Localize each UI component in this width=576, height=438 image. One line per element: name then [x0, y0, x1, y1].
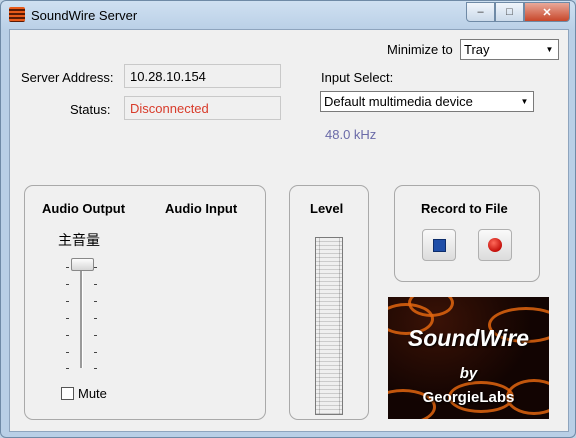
sample-rate-text: 48.0 kHz: [325, 127, 377, 142]
window-title: SoundWire Server: [31, 8, 138, 23]
stop-button[interactable]: [422, 229, 456, 261]
logo-company: GeorgieLabs: [422, 389, 515, 406]
status-field: Disconnected: [124, 96, 281, 120]
status-label: Status:: [70, 102, 111, 117]
minimize-to-value: Tray: [464, 42, 490, 57]
minimize-button[interactable]: –: [466, 2, 495, 22]
maximize-button[interactable]: □: [495, 2, 524, 22]
level-meter: [315, 237, 343, 415]
mute-checkbox[interactable]: [61, 387, 74, 400]
main-panel: Minimize to Tray ▼ Server Address: 10.28…: [9, 29, 569, 432]
mute-label[interactable]: Mute: [78, 386, 107, 401]
master-volume-label: 主音量: [58, 232, 100, 248]
audio-group: [24, 185, 266, 420]
chevron-down-icon[interactable]: ▼: [542, 41, 557, 58]
stop-icon: [432, 238, 446, 252]
close-button[interactable]: ✕: [524, 2, 570, 22]
record-button[interactable]: [478, 229, 512, 261]
app-window: SoundWire Server – □ ✕ Minimize to Tray …: [0, 0, 576, 438]
chevron-down-icon[interactable]: ▼: [517, 93, 532, 110]
minimize-to-label: Minimize to: [387, 42, 453, 57]
minimize-to-select[interactable]: Tray ▼: [460, 39, 559, 60]
input-device-select[interactable]: Default multimedia device ▼: [320, 91, 534, 112]
level-title: Level: [310, 201, 344, 216]
logo-by: by: [459, 365, 478, 382]
volume-slider-thumb[interactable]: [71, 258, 94, 271]
logo-title: SoundWire: [407, 325, 530, 351]
record-to-file-title: Record to File: [421, 201, 508, 216]
input-device-value: Default multimedia device: [324, 94, 473, 109]
soundwire-logo: SoundWire by GeorgieLabs: [388, 297, 549, 419]
audio-input-title: Audio Input: [165, 201, 238, 216]
server-address-field: 10.28.10.154: [124, 64, 281, 88]
server-address-label: Server Address:: [21, 70, 114, 85]
input-select-label: Input Select:: [321, 70, 394, 85]
volume-slider-track[interactable]: [80, 260, 83, 368]
audio-output-title: Audio Output: [42, 201, 126, 216]
title-bar[interactable]: SoundWire Server – □ ✕: [1, 1, 575, 29]
record-group: [394, 185, 540, 282]
record-icon: [488, 238, 502, 252]
soundwire-app-icon[interactable]: [9, 7, 25, 22]
